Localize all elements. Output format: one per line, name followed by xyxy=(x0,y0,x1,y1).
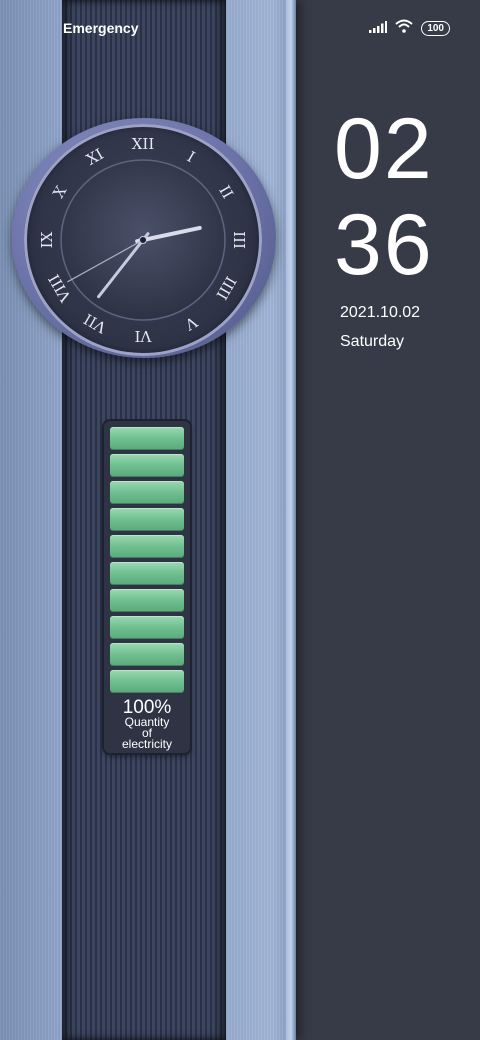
analog-clock: XIIIIIIIIIIIIVVIVIIVIIIIXXXI xyxy=(38,135,248,345)
clock-numeral: V xyxy=(181,312,201,334)
status-bar: Emergency 100 xyxy=(0,0,480,56)
clock-numeral: IIII xyxy=(212,273,239,303)
battery-cell xyxy=(110,535,184,558)
status-icons: 100 xyxy=(369,19,450,38)
battery-cell xyxy=(110,616,184,639)
battery-cells xyxy=(110,427,184,697)
clock-numeral: II xyxy=(215,182,237,201)
clock-numeral: XII xyxy=(132,135,155,153)
clock-numeral: III xyxy=(230,231,248,249)
clock-center-pin xyxy=(139,236,147,244)
weekday-label: Saturday xyxy=(340,333,405,350)
battery-label: Quantity of electricity xyxy=(104,716,190,751)
battery-widget: 100% Quantity of electricity xyxy=(104,421,190,753)
battery-cell xyxy=(110,589,184,612)
time-minute: 36 xyxy=(334,197,434,293)
battery-label-line: electricity xyxy=(121,737,172,751)
battery-cell xyxy=(110,670,184,693)
signal-icon xyxy=(369,20,388,38)
clock-numeral: VII xyxy=(81,310,111,337)
carrier-label: Emergency xyxy=(63,20,139,36)
clock-numeral: I xyxy=(184,148,198,167)
battery-cell xyxy=(110,481,184,504)
battery-cell xyxy=(110,427,184,450)
battery-cell xyxy=(110,562,184,585)
battery-icon: 100 xyxy=(421,21,450,36)
battery-cell xyxy=(110,508,184,531)
wifi-icon xyxy=(395,19,413,38)
clock-numeral: VI xyxy=(135,327,153,345)
date-label: 2021.10.02 xyxy=(340,304,421,321)
clock-numeral: XI xyxy=(83,145,106,169)
battery-cell xyxy=(110,643,184,666)
battery-cell xyxy=(110,454,184,477)
panel-edge xyxy=(286,0,296,1040)
time-hour: 02 xyxy=(334,101,434,197)
clock-numeral: IX xyxy=(38,231,56,248)
clock-numeral: X xyxy=(49,183,70,202)
